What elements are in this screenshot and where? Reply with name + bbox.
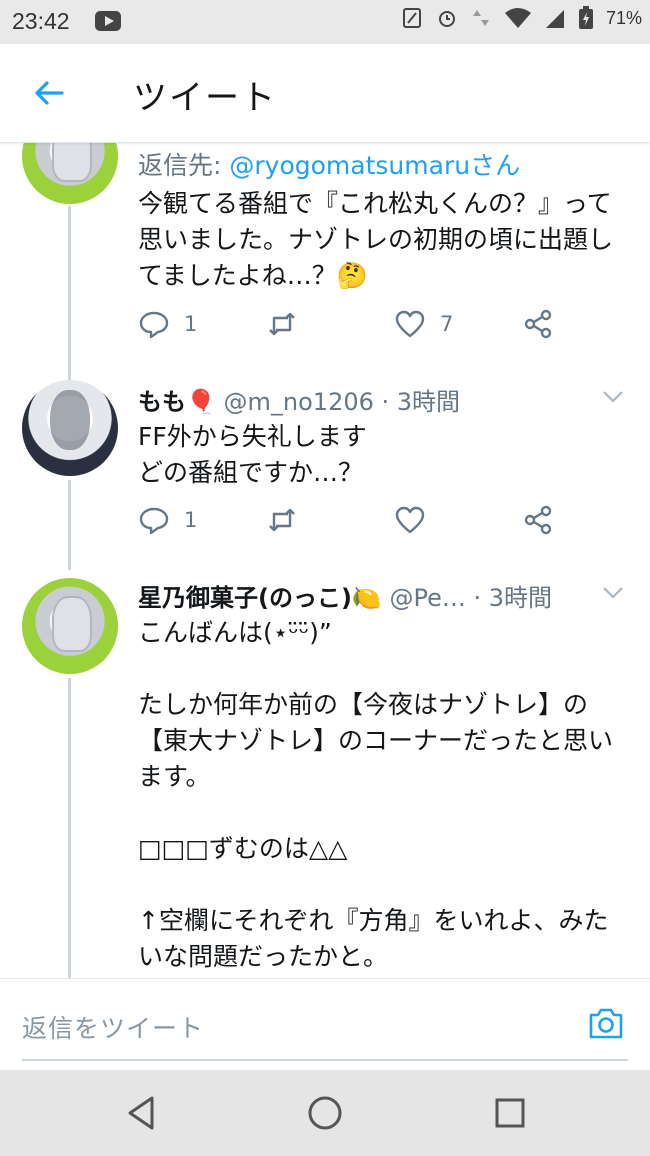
- reply-count: 1: [184, 508, 198, 532]
- reply-button[interactable]: 1: [138, 504, 197, 536]
- share-icon: [524, 309, 552, 339]
- status-bar: 23:42 71%: [0, 0, 650, 44]
- reply-composer: 返信をツイート: [0, 978, 650, 1071]
- heart-icon: [395, 506, 425, 534]
- page-title: ツイート: [133, 78, 277, 118]
- reply-to-label: 返信先:: [138, 151, 222, 180]
- recents-square-icon[interactable]: [490, 1093, 530, 1133]
- reply-suffix: さん: [470, 151, 521, 180]
- tweet-thread[interactable]: 返信先: @ryogomatsumaruさん 今観てる番組で『これ松丸くんの？』…: [0, 142, 650, 978]
- share-button[interactable]: [522, 308, 554, 340]
- tweet-text: FF外から失礼します どの番組ですか…？: [138, 422, 367, 487]
- app-header: ツイート: [0, 44, 650, 143]
- reply-input[interactable]: 返信をツイート: [22, 1009, 204, 1045]
- reply-icon: [139, 507, 169, 535]
- tweet-content: 星乃御菓子(のっこ)🍋 @Pe… · 3時間 こんばんは(⋆ᵕ̈ᵕ̈)” たしか…: [138, 578, 633, 975]
- system-nav-bar: [0, 1070, 650, 1156]
- user-handle[interactable]: @m_no1206: [224, 388, 374, 416]
- avatar[interactable]: [22, 142, 118, 204]
- home-circle-icon[interactable]: [305, 1093, 345, 1133]
- battery-percent: 71%: [605, 7, 642, 28]
- camera-icon[interactable]: [586, 1003, 626, 1043]
- reply-count: 1: [184, 312, 198, 336]
- tweet-actions: 1: [138, 504, 608, 540]
- reply-mention-link[interactable]: @ryogomatsumaru: [229, 151, 470, 180]
- retweet-button[interactable]: [266, 308, 312, 340]
- alarm-icon: [438, 11, 455, 27]
- chevron-down-icon[interactable]: [602, 390, 624, 404]
- tweet-content: もも🎈 @m_no1206 · 3時間 FF外から失礼します どの番組ですか…？: [138, 382, 633, 491]
- arrow-left-icon[interactable]: [32, 76, 66, 110]
- avatar[interactable]: [22, 380, 118, 476]
- wifi-icon: [504, 8, 531, 28]
- tweet-text: こんばんは(⋆ᵕ̈ᵕ̈)” たしか何年か前の【今夜はナゾトレ】の【東大ナゾトレ】…: [138, 618, 614, 971]
- back-triangle-icon[interactable]: [122, 1093, 162, 1133]
- reply-icon: [139, 311, 169, 339]
- reply-to: 返信先: @ryogomatsumaruさん: [138, 146, 633, 182]
- tweet-time: · 3時間: [381, 388, 461, 416]
- signal-icon: [545, 10, 564, 28]
- heart-icon: [395, 310, 425, 338]
- tweet-actions: 1 7: [138, 308, 608, 344]
- data-arrows-icon: [472, 10, 489, 26]
- like-button[interactable]: [394, 504, 440, 536]
- tweet-time: · 3時間: [473, 584, 553, 612]
- tweet-content: 返信先: @ryogomatsumaruさん 今観てる番組で『これ松丸くんの？』…: [138, 146, 633, 294]
- like-count: 7: [440, 312, 454, 336]
- status-icons: 71%: [402, 6, 642, 30]
- retweet-icon: [269, 312, 295, 336]
- reply-button[interactable]: 1: [138, 308, 197, 340]
- display-name[interactable]: 星乃御菓子(のっこ)🍋: [138, 584, 382, 612]
- thread-line: [68, 206, 71, 384]
- tweet-meta: もも🎈 @m_no1206 · 3時間: [138, 382, 633, 417]
- retweet-button[interactable]: [266, 504, 312, 536]
- like-button[interactable]: 7: [394, 308, 453, 340]
- avatar[interactable]: [22, 578, 118, 674]
- retweet-icon: [269, 508, 295, 532]
- thread-line: [68, 678, 71, 978]
- tweet-meta: 星乃御菓子(のっこ)🍋 @Pe… · 3時間: [138, 578, 633, 613]
- status-time: 23:42: [12, 8, 70, 34]
- chevron-down-icon[interactable]: [602, 586, 624, 600]
- user-handle[interactable]: @Pe…: [389, 584, 465, 612]
- display-name[interactable]: もも🎈: [138, 388, 216, 416]
- share-icon: [524, 505, 552, 535]
- youtube-icon: [95, 11, 121, 31]
- nfc-icon: [402, 8, 421, 28]
- input-underline: [22, 1059, 628, 1061]
- share-button[interactable]: [522, 504, 554, 536]
- tweet-text: 今観てる番組で『これ松丸くんの？』って思いました。ナゾトレの初期の頃に出題してま…: [138, 189, 614, 290]
- thread-line: [68, 480, 71, 570]
- battery-charging-icon: [578, 6, 593, 29]
